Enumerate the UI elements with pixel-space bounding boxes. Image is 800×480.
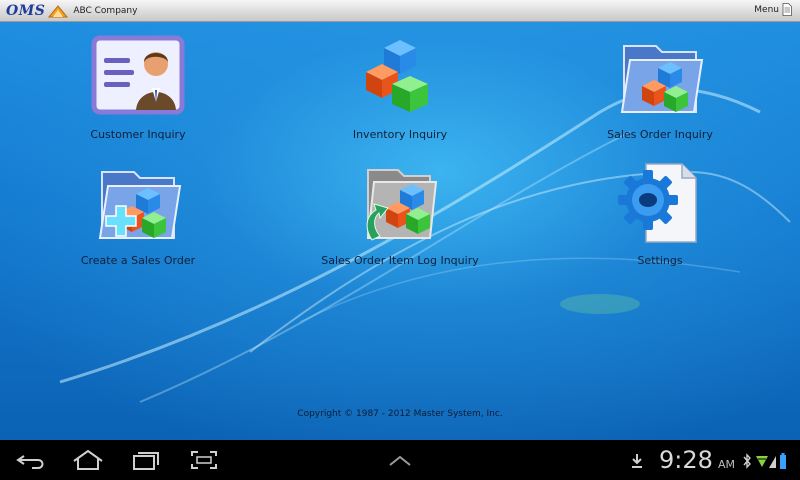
app-tray-button[interactable]: [382, 448, 418, 472]
tile-label: Create a Sales Order: [80, 254, 196, 267]
copyright-text: Copyright © 1987 - 2012 Master System, I…: [297, 409, 503, 419]
tile-label: Customer Inquiry: [90, 128, 186, 141]
tile-label: Inventory Inquiry: [352, 128, 448, 141]
tile-inventory-inquiry[interactable]: Inventory Inquiry: [300, 32, 500, 141]
wifi-icon: [756, 456, 768, 467]
back-button[interactable]: [14, 448, 50, 472]
battery-icon: [780, 453, 786, 469]
screenshot-icon: [191, 451, 217, 469]
tile-settings[interactable]: Settings: [560, 158, 760, 267]
screenshot-button[interactable]: [186, 448, 222, 472]
gear-document-icon: [618, 163, 697, 243]
chevron-up-icon: [389, 455, 411, 466]
log-folder-cubes-icon: [366, 169, 438, 241]
home-screen: Customer Inquiry Inventory Inquiry Sales…: [0, 22, 800, 440]
folder-cubes-plus-icon: [98, 171, 182, 239]
tile-label: Sales Order Inquiry: [607, 128, 713, 141]
app-logo: OMS: [6, 2, 46, 19]
tile-create-sales-order[interactable]: Create a Sales Order: [38, 158, 238, 267]
signal-icon: [769, 456, 776, 468]
bluetooth-icon: [743, 453, 751, 469]
tile-sales-order-item-log-inquiry[interactable]: Sales Order Item Log Inquiry: [300, 158, 500, 267]
system-navigation-bar: 9:28 AM: [0, 440, 800, 480]
app-title-bar: OMS ABC Company Menu: [0, 0, 800, 22]
tile-customer-inquiry[interactable]: Customer Inquiry: [38, 32, 238, 141]
folder-cubes-icon: [620, 45, 704, 113]
recent-apps-button[interactable]: [128, 448, 164, 472]
tile-sales-order-inquiry[interactable]: Sales Order Inquiry: [560, 32, 760, 141]
customer-card-icon: [91, 35, 185, 115]
download-icon[interactable]: [630, 452, 644, 470]
document-menu-icon: [782, 3, 792, 16]
back-icon: [16, 455, 44, 469]
company-name: ABC Company: [73, 5, 138, 16]
company-logo-icon: [48, 4, 69, 17]
colored-cubes-icon: [366, 40, 428, 112]
menu-label: Menu: [754, 4, 779, 15]
clock-time[interactable]: 9:28: [659, 446, 713, 474]
home-icon: [73, 449, 103, 470]
recent-apps-icon: [133, 452, 159, 470]
menu-button[interactable]: Menu: [754, 3, 792, 16]
clock-ampm: AM: [718, 458, 736, 471]
tile-label: Settings: [637, 254, 683, 267]
tile-label: Sales Order Item Log Inquiry: [321, 254, 479, 267]
home-button[interactable]: [70, 448, 106, 472]
